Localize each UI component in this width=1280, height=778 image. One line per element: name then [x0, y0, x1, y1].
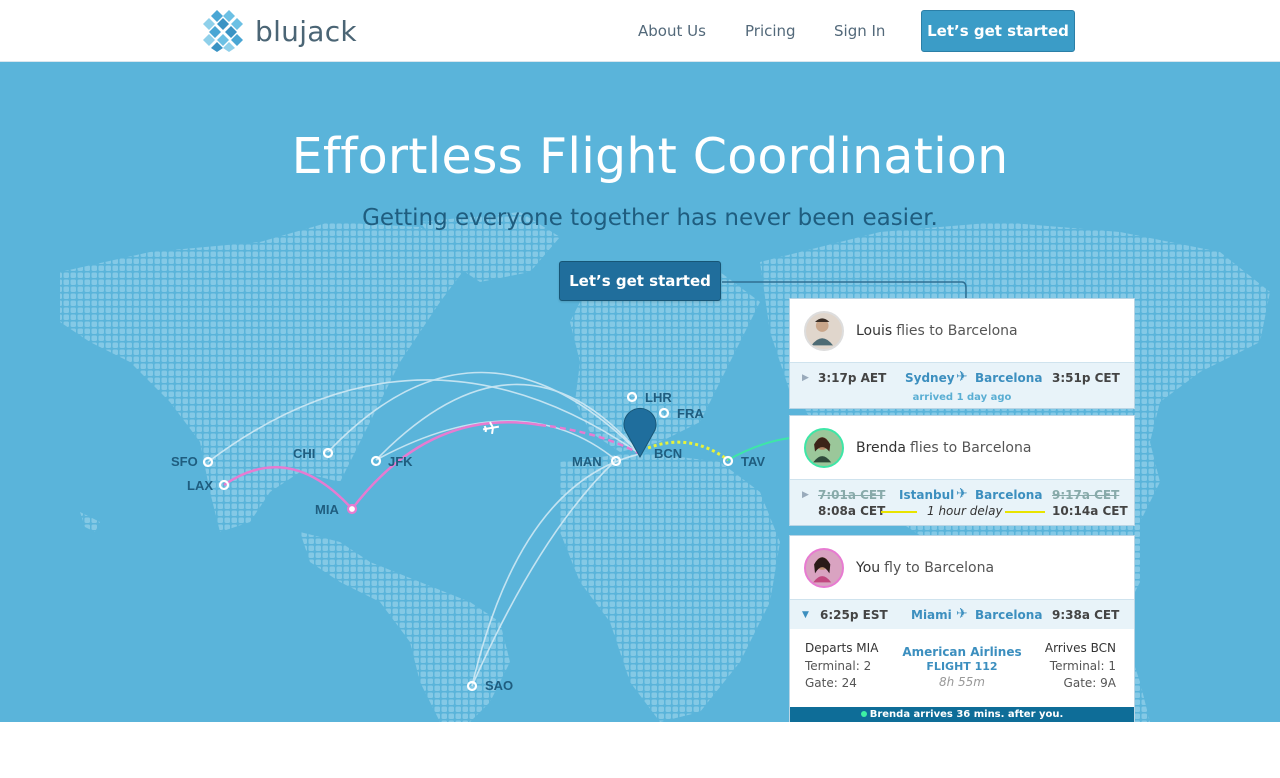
expand-arrow-icon[interactable]: ▶ [802, 490, 809, 500]
delay-line [881, 511, 917, 513]
airport-label-mia: MIA [315, 502, 339, 517]
arrival-status-strip: Brenda arrives 36 mins. after you. [790, 707, 1134, 722]
route-row: ▶ 3:17p AET Sydney ✈ Barcelona 3:51p CET [790, 362, 1134, 392]
plane-icon: ✈ [956, 606, 968, 622]
traveler-action: fly to Barcelona [884, 559, 995, 576]
arrives-label: Arrives BCN [1044, 641, 1116, 655]
brand-name: blujack [255, 14, 357, 48]
top-nav: blujack About Us Pricing Sign In Let’s g… [0, 0, 1280, 62]
hero-title: Effortless Flight Coordination [291, 128, 1009, 185]
airport-label-bcn: BCN [654, 446, 682, 461]
hero-section: SFO LAX CHI JFK MIA SAO LHR FRA MAN BCN … [0, 62, 1280, 722]
origin-city: Sydney [905, 371, 955, 385]
airport-label-chi: CHI [293, 446, 315, 461]
traveler-name: You [856, 559, 881, 576]
avatar [804, 310, 844, 351]
card-header: You fly to Barcelona [790, 536, 1134, 599]
nav-get-started-button[interactable]: Let’s get started [921, 10, 1075, 52]
route-row: ▶ 7:01a CET Istanbul ✈ Barcelona 9:17a C… [790, 479, 1134, 525]
destination-city: Barcelona [975, 488, 1043, 502]
nav-sign-in[interactable]: Sign In [834, 22, 885, 40]
destination-city: Barcelona [975, 608, 1043, 622]
flight-card-you[interactable]: You fly to Barcelona ▼ 6:25p EST Miami ✈… [789, 535, 1135, 722]
flight-card-brenda[interactable]: Brenda flies to Barcelona ▶ 7:01a CET Is… [789, 415, 1135, 526]
airport-label-lhr: LHR [645, 390, 672, 405]
airport-label-tav: TAV [741, 454, 765, 469]
arrival-time: 10:14a CET [1052, 504, 1128, 518]
original-departure-time: 7:01a CET [818, 488, 886, 502]
blujack-logo-icon [203, 10, 243, 52]
airport-label-man: MAN [572, 454, 602, 469]
arrival-time: 9:38a CET [1052, 608, 1120, 622]
avatar [804, 547, 844, 588]
airport-label-fra: FRA [677, 406, 704, 421]
status-dot-icon [860, 711, 867, 717]
original-arrival-time: 9:17a CET [1052, 488, 1120, 502]
plane-icon: ✈ [956, 486, 968, 502]
route-row: ▼ 6:25p EST Miami ✈ Barcelona 9:38a CET [790, 599, 1134, 629]
airport-label-jfk: JFK [388, 454, 413, 469]
traveler-action: flies to Barcelona [896, 322, 1018, 339]
arrival-terminal: Terminal: 1 [1049, 659, 1116, 673]
airport-label-sao: SAO [485, 678, 513, 693]
traveler-action: flies to Barcelona [910, 439, 1032, 456]
brand-logo[interactable]: blujack [203, 10, 357, 52]
departure-time: 8:08a CET [818, 504, 886, 518]
airport-label-sfo: SFO [171, 454, 198, 469]
arrival-gate: Gate: 9A [1063, 676, 1116, 690]
nav-pricing[interactable]: Pricing [745, 22, 796, 40]
avatar [804, 427, 844, 468]
expand-arrow-icon[interactable]: ▶ [802, 373, 809, 383]
nav-about-us[interactable]: About Us [638, 22, 706, 40]
origin-city: Istanbul [899, 488, 955, 502]
arrival-note: arrived 1 day ago [790, 392, 1134, 408]
flight-card-louis[interactable]: Louis flies to Barcelona ▶ 3:17p AET Syd… [789, 298, 1135, 409]
delay-line [1005, 511, 1045, 513]
airport-label-lax: LAX [187, 478, 213, 493]
departure-time: 6:25p EST [820, 608, 888, 622]
origin-city: Miami [911, 608, 952, 622]
traveler-name: Louis [856, 322, 893, 339]
destination-city: Barcelona [975, 371, 1043, 385]
flight-details: Departs MIA Terminal: 2 Gate: 24 America… [790, 629, 1134, 707]
delay-label: 1 hour delay [927, 504, 1003, 518]
collapse-arrow-icon[interactable]: ▼ [802, 610, 809, 620]
card-header: Louis flies to Barcelona [790, 299, 1134, 362]
departure-time: 3:17p AET [818, 371, 887, 385]
arrival-time: 3:51p CET [1052, 371, 1120, 385]
hero-subtitle: Getting everyone together has never been… [362, 205, 938, 231]
card-header: Brenda flies to Barcelona [790, 416, 1134, 479]
arrival-status-text: Brenda arrives 36 mins. after you. [869, 709, 1064, 720]
traveler-name: Brenda [856, 439, 907, 456]
plane-icon: ✈ [956, 369, 968, 385]
hero-get-started-button[interactable]: Let’s get started [559, 261, 721, 301]
